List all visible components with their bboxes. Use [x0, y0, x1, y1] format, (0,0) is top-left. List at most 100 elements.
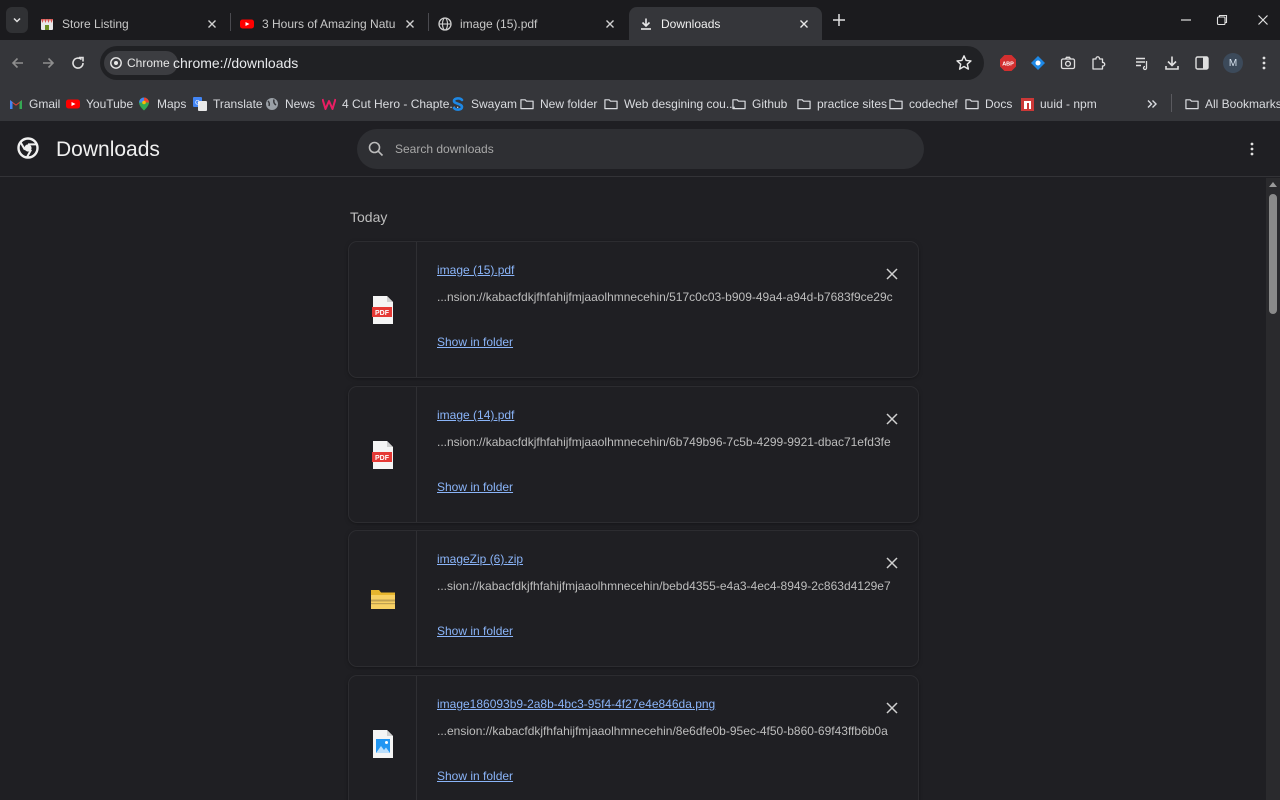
remove-from-list-button[interactable]	[884, 411, 900, 427]
bookmark-news[interactable]: News	[265, 94, 315, 114]
bookmark-folder-codechef[interactable]: codechef	[889, 94, 958, 114]
tab-title: image (15).pdf	[460, 16, 538, 31]
maps-icon	[137, 97, 151, 111]
reading-list-button[interactable]	[1131, 52, 1153, 74]
folder-icon	[732, 97, 746, 111]
chrome-menu-button[interactable]	[1253, 52, 1275, 74]
scroll-up-arrow-icon[interactable]	[1269, 182, 1277, 187]
tab-store-listing[interactable]: Store Listing	[30, 7, 230, 40]
arrow-left-icon	[11, 57, 23, 69]
page-scrollbar[interactable]	[1266, 178, 1280, 800]
chrome-logo-icon	[110, 57, 122, 69]
downloads-menu-button[interactable]	[1243, 138, 1261, 160]
tab-title: Downloads	[661, 16, 721, 31]
extensions-menu-button[interactable]	[1087, 52, 1109, 74]
file-icon-column	[349, 676, 417, 800]
side-panel-icon	[1195, 56, 1209, 70]
remove-from-list-button[interactable]	[884, 700, 900, 716]
remove-from-list-button[interactable]	[884, 555, 900, 571]
zip-folder-icon	[370, 589, 395, 609]
downloads-list: Today PDF image (15).pdf ...nsion://kaba…	[0, 178, 1266, 800]
download-file-name-link[interactable]: image186093b9-2a8b-4bc3-95f4-4f27e4e846d…	[437, 697, 715, 711]
bookmark-folder-new-folder[interactable]: New folder	[520, 94, 597, 114]
bookmark-4-cut-hero[interactable]: 4 Cut Hero - Chapte...	[322, 94, 459, 114]
back-button[interactable]	[7, 52, 29, 74]
download-file-name-link[interactable]: image (15).pdf	[437, 263, 514, 277]
bookmark-folder-practice-sites[interactable]: practice sites	[797, 94, 887, 114]
bookmark-uuid-npm[interactable]: uuid - npm	[1020, 94, 1097, 114]
bookmark-folder-github[interactable]: Github	[732, 94, 787, 114]
new-tab-button[interactable]	[829, 10, 849, 30]
download-file-name-link[interactable]: image (14).pdf	[437, 408, 514, 422]
show-in-folder-link[interactable]: Show in folder	[437, 769, 513, 783]
tab-title: 3 Hours of Amazing Nature Sce	[262, 16, 396, 31]
minimize-button[interactable]	[1173, 8, 1199, 32]
close-window-button[interactable]	[1250, 8, 1276, 32]
bookmark-label: New folder	[540, 97, 598, 111]
adblock-label: ABP	[1002, 62, 1014, 68]
file-icon-column: PDF	[349, 387, 417, 522]
search-downloads-input[interactable]	[395, 139, 895, 159]
tab-downloads[interactable]: Downloads	[629, 7, 822, 40]
translate-icon: G	[193, 97, 207, 111]
address-bar[interactable]: Chrome chrome://downloads	[100, 46, 984, 80]
bookmark-label: Maps	[157, 97, 187, 111]
close-tab-icon[interactable]	[402, 16, 418, 32]
bookmark-label: News	[285, 97, 316, 111]
download-item: PDF image (14).pdf ...nsion://kabacfdkjf…	[349, 387, 918, 522]
extension-button[interactable]	[1027, 52, 1049, 74]
downloads-button[interactable]	[1161, 52, 1183, 74]
bookmark-label: Github	[752, 97, 788, 111]
show-in-folder-link[interactable]: Show in folder	[437, 624, 513, 638]
download-file-name-link[interactable]: imageZip (6).zip	[437, 552, 523, 566]
bookmark-star-icon[interactable]	[955, 54, 973, 72]
more-vertical-icon	[1250, 142, 1254, 156]
bookmarks-overflow-button[interactable]	[1146, 94, 1158, 114]
store-icon	[40, 17, 54, 31]
reload-button[interactable]	[67, 52, 89, 74]
show-in-folder-link[interactable]: Show in folder	[437, 335, 513, 349]
close-tab-icon[interactable]	[602, 16, 618, 32]
scrollbar-thumb[interactable]	[1269, 194, 1277, 314]
download-item: imageZip (6).zip ...sion://kabacfdkjfhfa…	[349, 531, 918, 666]
side-panel-button[interactable]	[1191, 52, 1213, 74]
search-downloads-box[interactable]	[357, 129, 924, 169]
folder-icon	[797, 97, 811, 111]
bookmark-swayam[interactable]: Swayam	[451, 94, 517, 114]
bookmark-folder-docs[interactable]: Docs	[965, 94, 1012, 114]
date-section-label: Today	[350, 209, 388, 225]
tab-strip: Store Listing 3 Hours of Amazing Nature …	[0, 0, 1280, 40]
pdf-file-icon: PDF	[371, 440, 393, 469]
close-icon	[886, 557, 898, 569]
tab-youtube-video[interactable]: 3 Hours of Amazing Nature Sce	[230, 7, 428, 40]
bookmarks-bar: Gmail YouTube Maps G Translate News 4 Cu…	[0, 87, 1280, 121]
url-text[interactable]: chrome://downloads	[173, 55, 298, 71]
close-tab-icon[interactable]	[796, 16, 812, 32]
all-bookmarks-button[interactable]: All Bookmarks	[1185, 94, 1280, 114]
swayam-icon	[451, 97, 465, 111]
bookmark-maps[interactable]: Maps	[137, 94, 186, 114]
chrome-logo-icon	[17, 137, 39, 159]
tab-title: Store Listing	[62, 16, 129, 31]
screenshot-extension-button[interactable]	[1057, 52, 1079, 74]
restore-button[interactable]	[1209, 8, 1235, 32]
bookmark-translate[interactable]: G Translate	[193, 94, 263, 114]
tab-search-button[interactable]	[6, 7, 28, 33]
show-in-folder-link[interactable]: Show in folder	[437, 480, 513, 494]
bookmark-gmail[interactable]: Gmail	[9, 94, 60, 114]
plus-icon	[833, 14, 845, 26]
tab-image-pdf[interactable]: image (15).pdf	[428, 7, 628, 40]
forward-button[interactable]	[37, 52, 59, 74]
more-vertical-icon	[1262, 56, 1266, 70]
adblock-extension-button[interactable]: ABP	[997, 52, 1019, 74]
remove-from-list-button[interactable]	[884, 266, 900, 282]
bookmark-youtube[interactable]: YouTube	[66, 94, 133, 114]
download-source-url: ...ension://kabacfdkjfhfahijfmjaaolhmnec…	[437, 724, 888, 738]
close-icon	[886, 702, 898, 714]
download-source-url: ...nsion://kabacfdkjfhfahijfmjaaolhmnece…	[437, 290, 893, 304]
profile-avatar[interactable]: M	[1223, 53, 1243, 73]
bookmark-folder-web-designing[interactable]: Web desgining cou...	[604, 94, 736, 114]
site-info-chip[interactable]: Chrome	[104, 51, 178, 75]
adblock-icon: ABP	[1000, 55, 1016, 71]
close-tab-icon[interactable]	[204, 16, 220, 32]
